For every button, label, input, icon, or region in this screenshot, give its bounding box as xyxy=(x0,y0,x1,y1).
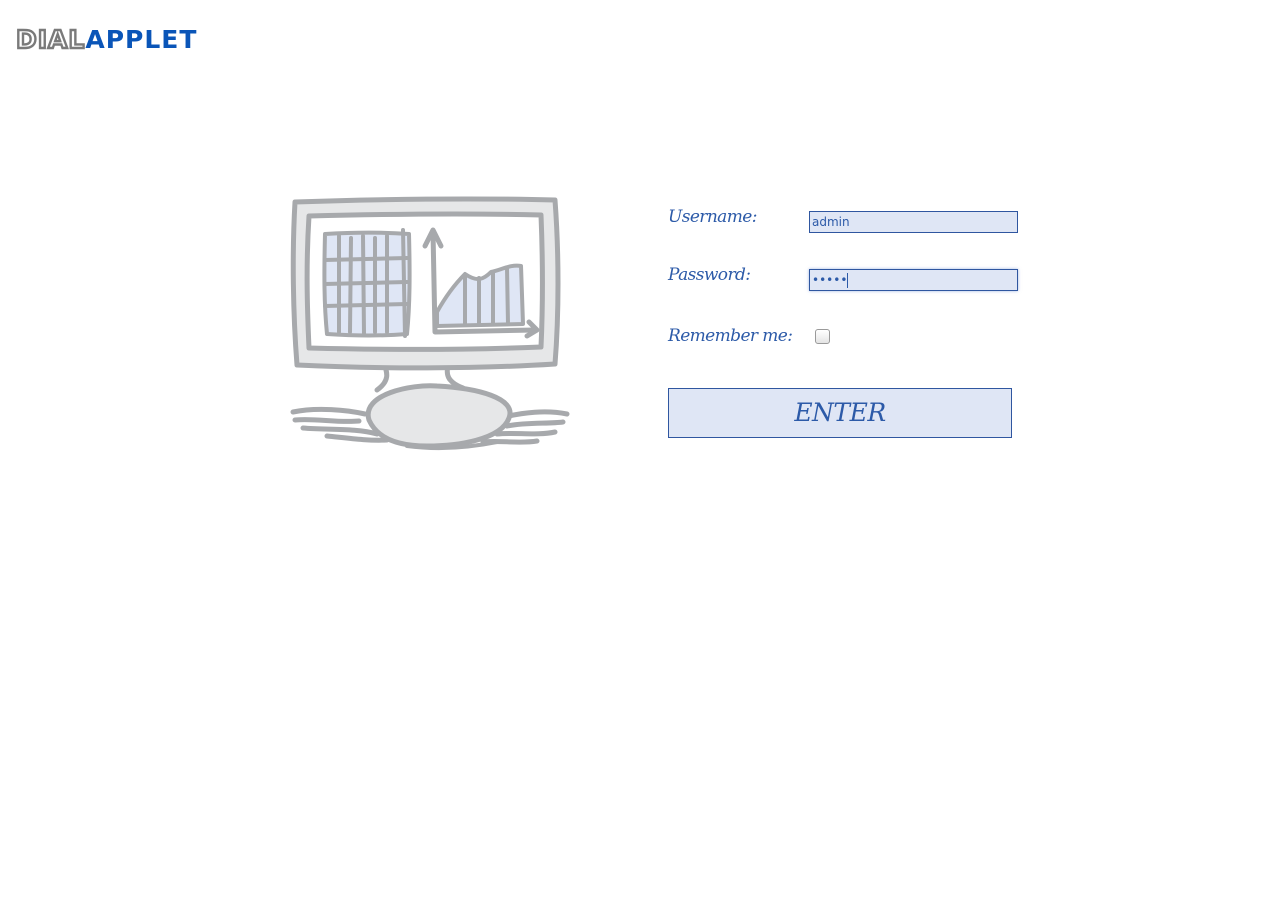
dialapplet-logo: DIALAPPLET xyxy=(15,24,198,54)
logo-text-applet: APPLET xyxy=(85,25,198,54)
username-field[interactable]: admin xyxy=(809,211,1018,233)
password-field[interactable]: ••••• xyxy=(809,269,1018,291)
username-label: Username: xyxy=(668,207,757,227)
enter-button[interactable]: ENTER xyxy=(668,388,1012,438)
monitor-chart-icon xyxy=(287,194,573,456)
remember-me-label: Remember me: xyxy=(668,326,793,346)
text-caret xyxy=(847,273,849,288)
login-page: DIALAPPLET Username: admin Password: •••… xyxy=(0,0,1280,897)
password-label: Password: xyxy=(668,265,751,285)
password-value: ••••• xyxy=(812,273,848,287)
remember-me-checkbox[interactable] xyxy=(815,329,830,344)
logo-text-dial: DIAL xyxy=(15,24,86,54)
